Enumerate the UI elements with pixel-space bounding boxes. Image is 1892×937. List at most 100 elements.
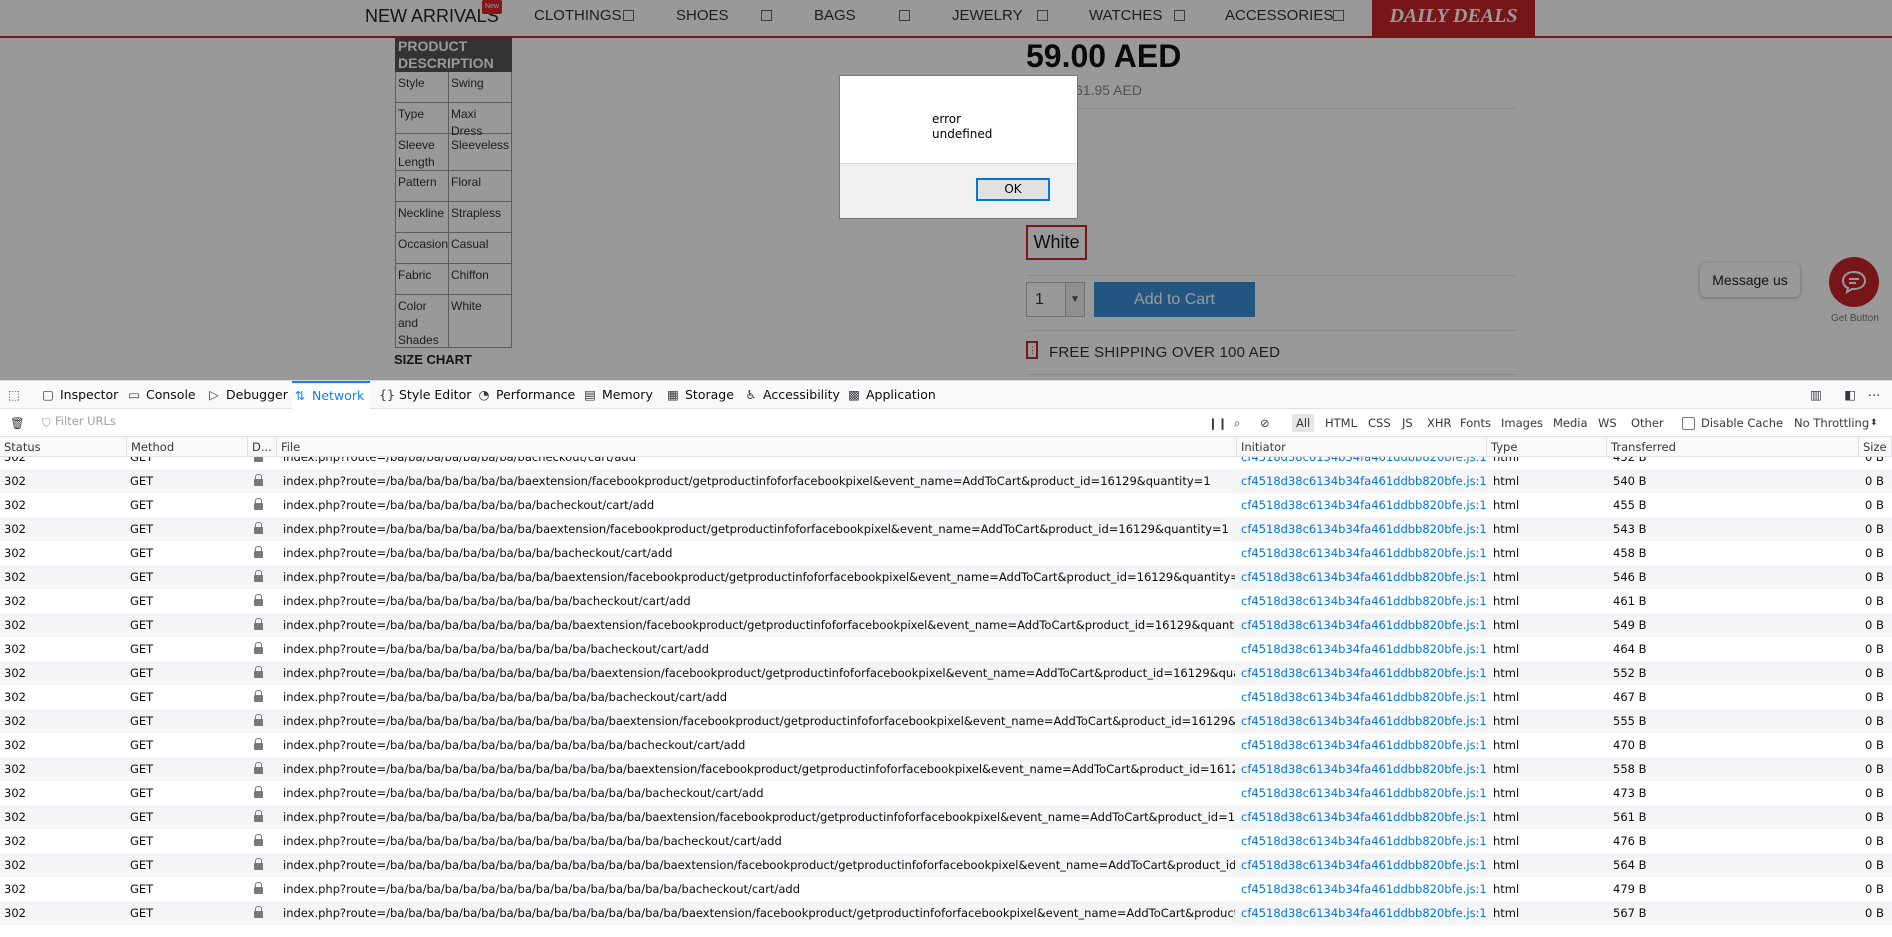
filter-images[interactable]: Images [1497, 414, 1547, 432]
initiator-link[interactable]: cf4518d38c6134b34fa461ddbb820bfe.js:1 [1241, 618, 1487, 632]
initiator-cell[interactable]: cf4518d38c6134b34fa461ddbb820bfe.js:1 (x… [1237, 637, 1487, 661]
initiator-cell[interactable]: cf4518d38c6134b34fa461ddbb820bfe.js:1 (x… [1237, 565, 1487, 589]
file-cell[interactable]: index.php?route=/ba/ba/ba/ba/ba/ba/ba/ba… [279, 877, 1235, 901]
pause-icon[interactable]: ❙❙ [1204, 414, 1231, 432]
initiator-link[interactable]: cf4518d38c6134b34fa461ddbb820bfe.js:1 [1241, 786, 1487, 800]
initiator-cell[interactable]: cf4518d38c6134b34fa461ddbb820bfe.js:1 (x… [1237, 901, 1487, 925]
initiator-link[interactable]: cf4518d38c6134b34fa461ddbb820bfe.js:1 [1241, 522, 1487, 536]
file-cell[interactable]: index.php?route=/ba/ba/ba/ba/ba/ba/ba/ba… [279, 901, 1235, 925]
file-cell[interactable]: index.php?route=/ba/ba/ba/ba/ba/ba/ba/ba… [279, 469, 1235, 493]
table-row[interactable]: 302 GET index.php?route=/ba/ba/ba/ba/ba/ba… [0, 469, 1892, 493]
tab-performance[interactable]: ◔ Performance [476, 381, 576, 409]
filter-other[interactable]: Other [1627, 414, 1668, 432]
initiator-link[interactable]: cf4518d38c6134b34fa461ddbb820bfe.js:1 [1241, 594, 1487, 608]
initiator-link[interactable]: cf4518d38c6134b34fa461ddbb820bfe.js:1 [1241, 762, 1487, 776]
initiator-cell[interactable]: cf4518d38c6134b34fa461ddbb820bfe.js:1 (x… [1237, 541, 1487, 565]
col-size[interactable]: Size [1859, 437, 1892, 457]
tab-accessibility[interactable]: ♿ Accessibility [743, 381, 840, 409]
file-cell[interactable]: index.php?route=/ba/ba/ba/ba/ba/ba/ba/ba… [279, 613, 1235, 637]
initiator-cell[interactable]: cf4518d38c6134b34fa461ddbb820bfe.js:1 (x… [1237, 457, 1487, 469]
file-cell[interactable]: index.php?route=/ba/ba/ba/ba/ba/ba/ba/ba… [279, 517, 1235, 541]
file-cell[interactable]: index.php?route=/ba/ba/ba/ba/ba/ba/ba/ba… [279, 493, 1235, 517]
initiator-cell[interactable]: cf4518d38c6134b34fa461ddbb820bfe.js:1 (x… [1237, 517, 1487, 541]
initiator-link[interactable]: cf4518d38c6134b34fa461ddbb820bfe.js:1 [1241, 714, 1487, 728]
search-icon[interactable]: ⌕ [1230, 414, 1244, 432]
initiator-link[interactable]: cf4518d38c6134b34fa461ddbb820bfe.js:1 [1241, 457, 1487, 464]
initiator-cell[interactable]: cf4518d38c6134b34fa461ddbb820bfe.js:1 (x… [1237, 781, 1487, 805]
file-cell[interactable]: index.php?route=/ba/ba/ba/ba/ba/ba/ba/ba… [279, 733, 1235, 757]
disable-cache-label[interactable]: Disable Cache [1697, 414, 1787, 432]
initiator-cell[interactable]: cf4518d38c6134b34fa461ddbb820bfe.js:1 (x… [1237, 709, 1487, 733]
initiator-link[interactable]: cf4518d38c6134b34fa461ddbb820bfe.js:1 [1241, 882, 1487, 896]
tab-style-editor[interactable]: {} Style Editor [379, 381, 471, 409]
file-cell[interactable]: index.php?route=/ba/ba/ba/ba/ba/ba/ba/ba… [279, 457, 1235, 469]
col-method[interactable]: Method [127, 437, 248, 457]
trash-icon[interactable]: 🗑 [6, 414, 29, 432]
block-icon[interactable]: ⊘ [1256, 414, 1274, 432]
initiator-link[interactable]: cf4518d38c6134b34fa461ddbb820bfe.js:1 [1241, 642, 1487, 656]
table-row[interactable]: 302 GET index.php?route=/ba/ba/ba/ba/ba/ba… [0, 781, 1892, 805]
filter-js[interactable]: JS [1398, 414, 1417, 432]
initiator-cell[interactable]: cf4518d38c6134b34fa461ddbb820bfe.js:1 (x… [1237, 685, 1487, 709]
table-row[interactable]: 302 GET index.php?route=/ba/ba/ba/ba/ba/ba… [0, 685, 1892, 709]
col-status[interactable]: Status [0, 437, 127, 457]
table-row[interactable]: 302 GET index.php?route=/ba/ba/ba/ba/ba/ba… [0, 733, 1892, 757]
file-cell[interactable]: index.php?route=/ba/ba/ba/ba/ba/ba/ba/ba… [279, 829, 1235, 853]
file-cell[interactable]: index.php?route=/ba/ba/ba/ba/ba/ba/ba/ba… [279, 685, 1235, 709]
file-cell[interactable]: index.php?route=/ba/ba/ba/ba/ba/ba/ba/ba… [279, 661, 1235, 685]
file-cell[interactable]: index.php?route=/ba/ba/ba/ba/ba/ba/ba/ba… [279, 805, 1235, 829]
filter-fonts[interactable]: Fonts [1456, 414, 1495, 432]
tab-debugger[interactable]: ▷ Debugger [206, 381, 288, 409]
file-cell[interactable]: index.php?route=/ba/ba/ba/ba/ba/ba/ba/ba… [279, 853, 1235, 877]
tab-memory[interactable]: ▤ Memory [582, 381, 653, 409]
table-row[interactable]: 302 GET index.php?route=/ba/ba/ba/ba/ba/ba… [0, 901, 1892, 925]
table-row[interactable]: 302 GET index.php?route=/ba/ba/ba/ba/ba/ba… [0, 457, 1892, 469]
table-row[interactable]: 302 GET index.php?route=/ba/ba/ba/ba/ba/ba… [0, 757, 1892, 781]
initiator-link[interactable]: cf4518d38c6134b34fa461ddbb820bfe.js:1 [1241, 906, 1487, 920]
file-cell[interactable]: index.php?route=/ba/ba/ba/ba/ba/ba/ba/ba… [279, 541, 1235, 565]
initiator-cell[interactable]: cf4518d38c6134b34fa461ddbb820bfe.js:1 (x… [1237, 493, 1487, 517]
tab-application[interactable]: ▩ Application [846, 381, 936, 409]
filter-html[interactable]: HTML [1321, 414, 1361, 432]
table-row[interactable]: 302 GET index.php?route=/ba/ba/ba/ba/ba/ba… [0, 829, 1892, 853]
initiator-cell[interactable]: cf4518d38c6134b34fa461ddbb820bfe.js:1 (x… [1237, 661, 1487, 685]
filter-media[interactable]: Media [1549, 414, 1592, 432]
responsive-mode-icon[interactable]: ▥ [1808, 381, 1828, 409]
more-options-icon[interactable]: ⋯ [1866, 381, 1886, 409]
file-cell[interactable]: index.php?route=/ba/ba/ba/ba/ba/ba/ba/ba… [279, 709, 1235, 733]
file-cell[interactable]: index.php?route=/ba/ba/ba/ba/ba/ba/ba/ba… [279, 637, 1235, 661]
col-transferred[interactable]: Transferred [1607, 437, 1859, 457]
table-row[interactable]: 302 GET index.php?route=/ba/ba/ba/ba/ba/ba… [0, 517, 1892, 541]
tab-inspector[interactable]: ▢ Inspector [40, 381, 118, 409]
initiator-link[interactable]: cf4518d38c6134b34fa461ddbb820bfe.js:1 [1241, 570, 1487, 584]
table-row[interactable]: 302 GET index.php?route=/ba/ba/ba/ba/ba/ba… [0, 661, 1892, 685]
table-row[interactable]: 302 GET index.php?route=/ba/ba/ba/ba/ba/ba… [0, 565, 1892, 589]
element-picker-icon[interactable]: ⬚ [6, 381, 26, 409]
filter-xhr[interactable]: XHR [1423, 414, 1456, 432]
table-row[interactable]: 302 GET index.php?route=/ba/ba/ba/ba/ba/ba… [0, 613, 1892, 637]
filter-ws[interactable]: WS [1594, 414, 1621, 432]
file-cell[interactable]: index.php?route=/ba/ba/ba/ba/ba/ba/ba/ba… [279, 565, 1235, 589]
initiator-link[interactable]: cf4518d38c6134b34fa461ddbb820bfe.js:1 [1241, 738, 1487, 752]
table-row[interactable]: 302 GET index.php?route=/ba/ba/ba/ba/ba/ba… [0, 637, 1892, 661]
dock-side-icon[interactable]: ◧ [1842, 381, 1862, 409]
table-row[interactable]: 302 GET index.php?route=/ba/ba/ba/ba/ba/ba… [0, 493, 1892, 517]
filter-urls-input[interactable]: Filter URLs [55, 414, 116, 428]
initiator-link[interactable]: cf4518d38c6134b34fa461ddbb820bfe.js:1 [1241, 858, 1487, 872]
initiator-link[interactable]: cf4518d38c6134b34fa461ddbb820bfe.js:1 [1241, 834, 1487, 848]
table-row[interactable]: 302 GET index.php?route=/ba/ba/ba/ba/ba/ba… [0, 805, 1892, 829]
col-initiator[interactable]: Initiator [1237, 437, 1487, 457]
initiator-link[interactable]: cf4518d38c6134b34fa461ddbb820bfe.js:1 [1241, 690, 1487, 704]
table-row[interactable]: 302 GET index.php?route=/ba/ba/ba/ba/ba/ba… [0, 589, 1892, 613]
filter-css[interactable]: CSS [1364, 414, 1395, 432]
initiator-cell[interactable]: cf4518d38c6134b34fa461ddbb820bfe.js:1 (x… [1237, 853, 1487, 877]
filter-all[interactable]: All [1292, 414, 1315, 432]
table-row[interactable]: 302 GET index.php?route=/ba/ba/ba/ba/ba/ba… [0, 877, 1892, 901]
initiator-cell[interactable]: cf4518d38c6134b34fa461ddbb820bfe.js:1 (x… [1237, 589, 1487, 613]
initiator-link[interactable]: cf4518d38c6134b34fa461ddbb820bfe.js:1 [1241, 546, 1487, 560]
initiator-link[interactable]: cf4518d38c6134b34fa461ddbb820bfe.js:1 [1241, 666, 1487, 680]
table-row[interactable]: 302 GET index.php?route=/ba/ba/ba/ba/ba/ba… [0, 541, 1892, 565]
initiator-cell[interactable]: cf4518d38c6134b34fa461ddbb820bfe.js:1 (x… [1237, 805, 1487, 829]
initiator-link[interactable]: cf4518d38c6134b34fa461ddbb820bfe.js:1 [1241, 810, 1487, 824]
initiator-cell[interactable]: cf4518d38c6134b34fa461ddbb820bfe.js:1 (x… [1237, 829, 1487, 853]
